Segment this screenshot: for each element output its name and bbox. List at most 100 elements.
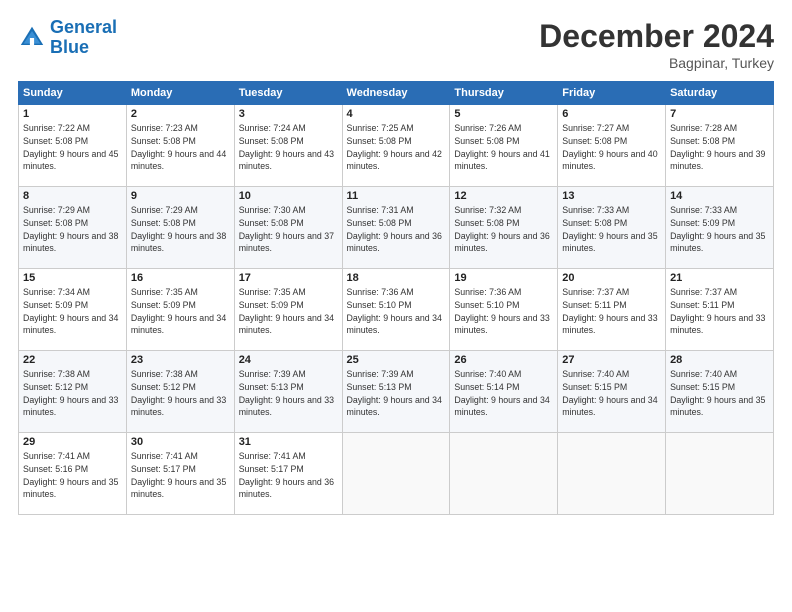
day-number: 21 — [670, 272, 769, 284]
header: General Blue December 2024 Bagpinar, Tur… — [18, 18, 774, 71]
day-number: 9 — [131, 190, 230, 202]
day-info: Sunrise: 7:23 AMSunset: 5:08 PMDaylight:… — [131, 122, 230, 173]
logo-icon — [18, 24, 46, 52]
day-info: Sunrise: 7:33 AMSunset: 5:09 PMDaylight:… — [670, 204, 769, 255]
calendar-day-cell: 31 Sunrise: 7:41 AMSunset: 5:17 PMDayligh… — [234, 433, 342, 515]
calendar-day-cell: 21 Sunrise: 7:37 AMSunset: 5:11 PMDayligh… — [666, 269, 774, 351]
day-info: Sunrise: 7:29 AMSunset: 5:08 PMDaylight:… — [23, 204, 122, 255]
day-info: Sunrise: 7:39 AMSunset: 5:13 PMDaylight:… — [347, 368, 446, 419]
day-number: 26 — [454, 354, 553, 366]
logo-text: General Blue — [50, 18, 117, 58]
calendar-day-cell: 11 Sunrise: 7:31 AMSunset: 5:08 PMDayligh… — [342, 187, 450, 269]
day-info: Sunrise: 7:34 AMSunset: 5:09 PMDaylight:… — [23, 286, 122, 337]
calendar-day-cell: 16Sunrise: 7:35 AMSunset: 5:09 PMDayligh… — [126, 269, 234, 351]
calendar-week-row: 22 Sunrise: 7:38 AMSunset: 5:12 PMDayligh… — [19, 351, 774, 433]
day-info: Sunrise: 7:40 AMSunset: 5:14 PMDaylight:… — [454, 368, 553, 419]
day-number: 22 — [23, 354, 122, 366]
calendar-day-cell: 4 Sunrise: 7:25 AMSunset: 5:08 PMDaylight… — [342, 105, 450, 187]
calendar-day-cell: 10 Sunrise: 7:30 AMSunset: 5:08 PMDayligh… — [234, 187, 342, 269]
day-info: Sunrise: 7:41 AMSunset: 5:16 PMDaylight:… — [23, 450, 122, 501]
calendar-day-cell: 2 Sunrise: 7:23 AMSunset: 5:08 PMDaylight… — [126, 105, 234, 187]
calendar-week-row: 15Sunrise: 7:34 AMSunset: 5:09 PMDayligh… — [19, 269, 774, 351]
day-info: Sunrise: 7:30 AMSunset: 5:08 PMDaylight:… — [239, 204, 338, 255]
calendar-day-cell: 29 Sunrise: 7:41 AMSunset: 5:16 PMDayligh… — [19, 433, 127, 515]
day-info: Sunrise: 7:32 AMSunset: 5:08 PMDaylight:… — [454, 204, 553, 255]
day-number: 2 — [131, 108, 230, 120]
day-info: Sunrise: 7:29 AMSunset: 5:08 PMDaylight:… — [131, 204, 230, 255]
day-number: 19 — [454, 272, 553, 284]
day-number: 12 — [454, 190, 553, 202]
day-number: 20 — [562, 272, 661, 284]
location: Bagpinar, Turkey — [539, 55, 774, 71]
day-number: 13 — [562, 190, 661, 202]
day-number: 3 — [239, 108, 338, 120]
day-info: Sunrise: 7:28 AMSunset: 5:08 PMDaylight:… — [670, 122, 769, 173]
day-number: 6 — [562, 108, 661, 120]
calendar-day-cell: 8 Sunrise: 7:29 AMSunset: 5:08 PMDaylight… — [19, 187, 127, 269]
page: General Blue December 2024 Bagpinar, Tur… — [0, 0, 792, 612]
calendar-header-cell: Tuesday — [234, 82, 342, 105]
day-number: 29 — [23, 436, 122, 448]
day-info: Sunrise: 7:27 AMSunset: 5:08 PMDaylight:… — [562, 122, 661, 173]
day-info: Sunrise: 7:38 AMSunset: 5:12 PMDaylight:… — [23, 368, 122, 419]
logo: General Blue — [18, 18, 117, 58]
day-info: Sunrise: 7:36 AMSunset: 5:10 PMDaylight:… — [454, 286, 553, 337]
day-info: Sunrise: 7:36 AMSunset: 5:10 PMDaylight:… — [347, 286, 446, 337]
day-info: Sunrise: 7:38 AMSunset: 5:12 PMDaylight:… — [131, 368, 230, 419]
title-block: December 2024 Bagpinar, Turkey — [539, 18, 774, 71]
calendar-day-cell: 1Sunrise: 7:22 AMSunset: 5:08 PMDaylight… — [19, 105, 127, 187]
calendar-week-row: 8 Sunrise: 7:29 AMSunset: 5:08 PMDaylight… — [19, 187, 774, 269]
day-number: 8 — [23, 190, 122, 202]
calendar-day-cell: 14 Sunrise: 7:33 AMSunset: 5:09 PMDayligh… — [666, 187, 774, 269]
calendar-header-cell: Monday — [126, 82, 234, 105]
day-number: 16 — [131, 272, 230, 284]
calendar-week-row: 29 Sunrise: 7:41 AMSunset: 5:16 PMDayligh… — [19, 433, 774, 515]
day-info: Sunrise: 7:40 AMSunset: 5:15 PMDaylight:… — [670, 368, 769, 419]
calendar-day-cell: 13 Sunrise: 7:33 AMSunset: 5:08 PMDayligh… — [558, 187, 666, 269]
calendar-day-cell: 3Sunrise: 7:24 AMSunset: 5:08 PMDaylight… — [234, 105, 342, 187]
day-number: 30 — [131, 436, 230, 448]
calendar-day-cell: 7Sunrise: 7:28 AMSunset: 5:08 PMDaylight… — [666, 105, 774, 187]
calendar-header-cell: Thursday — [450, 82, 558, 105]
day-number: 27 — [562, 354, 661, 366]
calendar-header-cell: Sunday — [19, 82, 127, 105]
day-number: 25 — [347, 354, 446, 366]
day-number: 11 — [347, 190, 446, 202]
calendar-day-cell: 26 Sunrise: 7:40 AMSunset: 5:14 PMDayligh… — [450, 351, 558, 433]
day-number: 4 — [347, 108, 446, 120]
day-number: 10 — [239, 190, 338, 202]
calendar-day-cell — [450, 433, 558, 515]
calendar-day-cell: 18Sunrise: 7:36 AMSunset: 5:10 PMDayligh… — [342, 269, 450, 351]
day-number: 31 — [239, 436, 338, 448]
calendar-week-row: 1Sunrise: 7:22 AMSunset: 5:08 PMDaylight… — [19, 105, 774, 187]
calendar-day-cell: 6 Sunrise: 7:27 AMSunset: 5:08 PMDaylight… — [558, 105, 666, 187]
day-info: Sunrise: 7:41 AMSunset: 5:17 PMDaylight:… — [131, 450, 230, 501]
day-info: Sunrise: 7:26 AMSunset: 5:08 PMDaylight:… — [454, 122, 553, 173]
day-number: 17 — [239, 272, 338, 284]
calendar-day-cell — [666, 433, 774, 515]
day-info: Sunrise: 7:37 AMSunset: 5:11 PMDaylight:… — [562, 286, 661, 337]
calendar-day-cell — [558, 433, 666, 515]
day-info: Sunrise: 7:22 AMSunset: 5:08 PMDaylight:… — [23, 122, 122, 173]
calendar-day-cell: 12 Sunrise: 7:32 AMSunset: 5:08 PMDayligh… — [450, 187, 558, 269]
day-info: Sunrise: 7:35 AMSunset: 5:09 PMDaylight:… — [239, 286, 338, 337]
calendar-day-cell: 25 Sunrise: 7:39 AMSunset: 5:13 PMDayligh… — [342, 351, 450, 433]
day-info: Sunrise: 7:31 AMSunset: 5:08 PMDaylight:… — [347, 204, 446, 255]
calendar-day-cell: 24Sunrise: 7:39 AMSunset: 5:13 PMDayligh… — [234, 351, 342, 433]
day-info: Sunrise: 7:33 AMSunset: 5:08 PMDaylight:… — [562, 204, 661, 255]
day-info: Sunrise: 7:40 AMSunset: 5:15 PMDaylight:… — [562, 368, 661, 419]
calendar-day-cell: 19 Sunrise: 7:36 AMSunset: 5:10 PMDayligh… — [450, 269, 558, 351]
day-number: 5 — [454, 108, 553, 120]
calendar-day-cell: 28Sunrise: 7:40 AMSunset: 5:15 PMDayligh… — [666, 351, 774, 433]
calendar-day-cell: 30 Sunrise: 7:41 AMSunset: 5:17 PMDayligh… — [126, 433, 234, 515]
month-title: December 2024 — [539, 18, 774, 55]
day-info: Sunrise: 7:37 AMSunset: 5:11 PMDaylight:… — [670, 286, 769, 337]
day-info: Sunrise: 7:25 AMSunset: 5:08 PMDaylight:… — [347, 122, 446, 173]
calendar-header-cell: Friday — [558, 82, 666, 105]
calendar-day-cell: 9 Sunrise: 7:29 AMSunset: 5:08 PMDaylight… — [126, 187, 234, 269]
calendar-day-cell: 22 Sunrise: 7:38 AMSunset: 5:12 PMDayligh… — [19, 351, 127, 433]
calendar-day-cell — [342, 433, 450, 515]
day-info: Sunrise: 7:41 AMSunset: 5:17 PMDaylight:… — [239, 450, 338, 501]
day-number: 14 — [670, 190, 769, 202]
calendar: SundayMondayTuesdayWednesdayThursdayFrid… — [18, 81, 774, 515]
